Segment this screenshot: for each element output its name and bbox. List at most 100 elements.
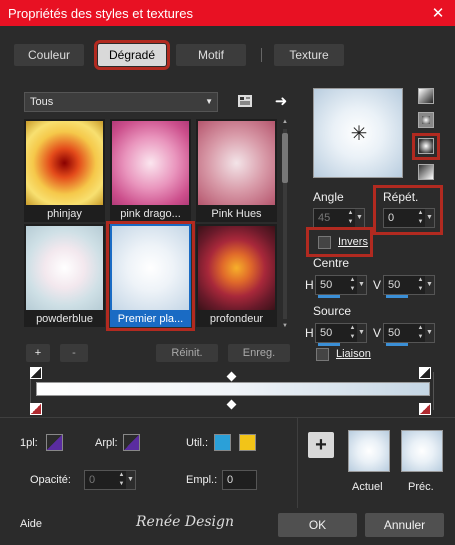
source-v-label: V bbox=[373, 326, 382, 340]
gallery-item-label: profondeur bbox=[209, 313, 264, 325]
previous-label: Préc. bbox=[408, 481, 434, 493]
top-stop-marker-left[interactable] bbox=[30, 367, 42, 379]
chevron-down-icon[interactable]: ▼ bbox=[425, 276, 434, 294]
spin-updown-icon[interactable]: ▲ ▼ bbox=[416, 276, 425, 294]
tab-degrade[interactable]: Dégradé bbox=[94, 40, 170, 70]
sunburst-style-icon[interactable] bbox=[418, 138, 434, 154]
chevron-down-icon[interactable]: ▼ bbox=[357, 276, 366, 294]
gallery-scrollbar[interactable]: ▲ ▼ bbox=[281, 119, 289, 329]
top-stop-marker-right[interactable] bbox=[419, 367, 431, 379]
current-preview bbox=[348, 430, 390, 472]
reset-button[interactable]: Réinit. bbox=[156, 344, 218, 362]
gradient-thumbnail bbox=[198, 121, 275, 205]
source-h-value: 50 bbox=[320, 327, 333, 339]
link-checkbox[interactable] bbox=[316, 348, 329, 361]
help-link[interactable]: Aide bbox=[20, 518, 42, 530]
location-input[interactable]: 0 bbox=[222, 470, 257, 490]
tab-bar: Couleur Dégradé Motif Texture bbox=[0, 36, 455, 76]
center-v-value: 50 bbox=[388, 279, 401, 291]
repeat-label: Répét. bbox=[383, 190, 419, 204]
source-h-input[interactable]: 50 ▲ ▼ ▼ bbox=[315, 323, 367, 346]
gradient-library-icon[interactable] bbox=[236, 92, 254, 110]
star-center-icon: ✳ bbox=[350, 123, 368, 145]
gallery-item[interactable]: profondeur bbox=[196, 224, 277, 327]
ok-button[interactable]: OK bbox=[278, 513, 357, 537]
chevron-down-icon[interactable]: ▼ bbox=[357, 324, 366, 342]
tab-texture[interactable]: Texture bbox=[274, 44, 344, 66]
gallery-item[interactable]: powderblue bbox=[24, 224, 105, 327]
category-dropdown[interactable]: Tous ▼ bbox=[24, 92, 218, 112]
chevron-down-icon[interactable]: ▼ bbox=[355, 209, 364, 227]
gradient-preview[interactable]: ✳ bbox=[313, 88, 403, 178]
radial-style-icon[interactable] bbox=[418, 164, 434, 180]
center-h-input[interactable]: 50 ▲ ▼ ▼ bbox=[315, 275, 367, 298]
gradient-thumbnail bbox=[198, 226, 275, 310]
remove-button[interactable]: - bbox=[60, 344, 88, 362]
use-label: Util.: bbox=[186, 437, 208, 449]
cancel-button[interactable]: Annuler bbox=[365, 513, 444, 537]
gradient-ramp[interactable] bbox=[36, 382, 430, 396]
source-v-value: 50 bbox=[388, 327, 401, 339]
angle-input[interactable]: 45 ▲ ▼ ▼ bbox=[313, 208, 365, 228]
category-value: Tous bbox=[30, 96, 54, 108]
section-divider bbox=[0, 417, 455, 418]
gallery-item[interactable]: phinjay bbox=[24, 119, 105, 222]
use-color-1-swatch[interactable] bbox=[214, 434, 231, 451]
repeat-input[interactable]: 0 ▲ ▼ ▼ bbox=[383, 208, 435, 228]
gradient-thumbnail bbox=[112, 121, 189, 205]
spin-updown-icon[interactable]: ▲ ▼ bbox=[346, 209, 355, 227]
scroll-thumb[interactable] bbox=[282, 133, 288, 183]
gradient-gallery: phinjay pink drago... Pink Hues powderbl… bbox=[24, 119, 280, 329]
chevron-down-icon[interactable]: ▼ bbox=[425, 324, 434, 342]
spin-updown-icon[interactable]: ▲ ▼ bbox=[416, 324, 425, 342]
gradient-thumbnail bbox=[112, 226, 189, 310]
spin-updown-icon[interactable]: ▲ ▼ bbox=[348, 324, 357, 342]
gradient-thumbnail bbox=[26, 121, 103, 205]
arrow-right-icon[interactable]: ➜ bbox=[272, 92, 290, 110]
linear-style-icon[interactable] bbox=[418, 88, 434, 104]
save-button[interactable]: Enreg. bbox=[228, 344, 290, 362]
center-v-input[interactable]: 50 ▲ ▼ ▼ bbox=[383, 275, 435, 298]
spin-updown-icon[interactable]: ▲ ▼ bbox=[348, 276, 357, 294]
rectangular-style-icon[interactable] bbox=[418, 112, 434, 128]
location-value: 0 bbox=[227, 474, 234, 486]
use-color-2-swatch[interactable] bbox=[239, 434, 256, 451]
value-bar bbox=[318, 343, 340, 346]
back-plan-swatch[interactable] bbox=[123, 434, 140, 451]
add-to-library-button[interactable]: + bbox=[308, 432, 334, 458]
first-plan-swatch[interactable] bbox=[46, 434, 63, 451]
scroll-down-icon[interactable]: ▼ bbox=[281, 323, 289, 329]
tab-couleur[interactable]: Couleur bbox=[14, 44, 84, 66]
gallery-item-label: Premier pla... bbox=[117, 313, 184, 325]
close-icon[interactable]: ✕ bbox=[421, 0, 455, 26]
bottom-stop-marker-left[interactable] bbox=[30, 403, 42, 415]
source-label: Source bbox=[313, 304, 352, 318]
gallery-item-selected[interactable]: Premier pla... bbox=[110, 224, 191, 327]
source-v-input[interactable]: 50 ▲ ▼ ▼ bbox=[383, 323, 435, 346]
link-label[interactable]: Liaison bbox=[336, 348, 371, 360]
gallery-item[interactable]: pink drago... bbox=[110, 119, 191, 222]
repeat-value: 0 bbox=[388, 212, 395, 224]
gallery-item-label: phinjay bbox=[47, 208, 82, 220]
gallery-item-label: pink drago... bbox=[120, 208, 181, 220]
previous-preview[interactable] bbox=[401, 430, 443, 472]
invert-label[interactable]: Invers bbox=[338, 236, 368, 248]
invert-checkbox[interactable] bbox=[318, 236, 331, 249]
tab-motif[interactable]: Motif bbox=[176, 44, 246, 66]
chevron-down-icon[interactable]: ▼ bbox=[126, 471, 135, 489]
gradient-thumbnail bbox=[26, 226, 103, 310]
opacity-input[interactable]: 0 ▲ ▼ ▼ bbox=[84, 470, 136, 490]
gallery-item[interactable]: Pink Hues bbox=[196, 119, 277, 222]
chevron-down-icon[interactable]: ▼ bbox=[425, 209, 434, 227]
spin-updown-icon[interactable]: ▲ ▼ bbox=[117, 471, 126, 489]
chevron-down-icon: ▼ bbox=[205, 97, 213, 106]
location-label: Empl.: bbox=[186, 474, 218, 486]
center-label: Centre bbox=[313, 256, 350, 270]
first-plan-label: 1pl: bbox=[20, 437, 38, 449]
back-plan-label: Arpl: bbox=[95, 437, 118, 449]
spin-updown-icon[interactable]: ▲ ▼ bbox=[416, 209, 425, 227]
add-button[interactable]: + bbox=[26, 344, 50, 362]
bottom-stop-marker-right[interactable] bbox=[419, 403, 431, 415]
scroll-up-icon[interactable]: ▲ bbox=[281, 119, 289, 125]
source-h-label: H bbox=[305, 326, 314, 340]
